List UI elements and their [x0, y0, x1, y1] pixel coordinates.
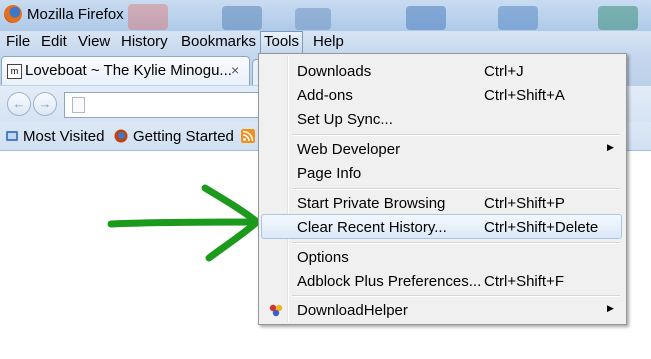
menu-item-label: Page Info — [297, 165, 362, 182]
menu-item-label: Clear Recent History... — [297, 219, 447, 236]
menu-item-shortcut: Ctrl+J — [484, 63, 524, 80]
menu-item-label: Web Developer — [297, 141, 401, 158]
menu-item-web-developer[interactable]: Web Developer ▶ — [261, 138, 622, 160]
menu-help[interactable]: Help — [312, 33, 345, 50]
menu-file[interactable]: File — [5, 33, 31, 50]
url-bar[interactable] — [64, 92, 265, 118]
window-title: Mozilla Firefox — [27, 6, 124, 23]
menu-item-shortcut: Ctrl+Shift+A — [484, 87, 565, 104]
tools-menu-dropdown: Downloads Ctrl+J Add-ons Ctrl+Shift+A Se… — [258, 53, 627, 325]
menu-item-private-browsing[interactable]: Start Private Browsing Ctrl+Shift+P — [261, 192, 622, 214]
downloadhelper-icon — [269, 304, 283, 317]
menu-item-label: Downloads — [297, 63, 372, 80]
menu-bar: File Edit View History Bookmarks Tools H… — [0, 31, 651, 54]
menu-item-clear-recent-history[interactable]: Clear Recent History... Ctrl+Shift+Delet… — [261, 214, 622, 239]
rss-icon[interactable] — [241, 129, 255, 143]
menu-item-downloadhelper[interactable]: DownloadHelper ▶ — [261, 299, 622, 321]
menu-bookmarks[interactable]: Bookmarks — [180, 33, 257, 50]
back-arrow-icon: ← — [12, 96, 26, 111]
window-titlebar[interactable]: Mozilla Firefox — [0, 0, 651, 31]
menu-separator — [292, 134, 620, 136]
forward-arrow-icon: → — [38, 96, 52, 111]
menu-item-label: Add-ons — [297, 87, 353, 104]
page-icon — [72, 97, 85, 113]
menu-history[interactable]: History — [120, 33, 169, 50]
green-arrow-annotation — [107, 184, 261, 262]
menu-edit[interactable]: Edit — [40, 33, 68, 50]
submenu-arrow-icon: ▶ — [607, 303, 614, 313]
menu-item-label: Start Private Browsing — [297, 195, 446, 212]
menu-separator — [292, 242, 620, 244]
menu-item-label: Set Up Sync... — [297, 111, 393, 128]
background-blur-shape — [406, 6, 446, 30]
close-tab-icon[interactable]: × — [231, 62, 239, 78]
background-blur-shape — [128, 4, 168, 30]
menu-item-label: DownloadHelper — [297, 302, 408, 319]
background-blur-shape — [598, 6, 638, 30]
bookmark-getting-started[interactable]: Getting Started — [133, 128, 234, 145]
menu-item-shortcut: Ctrl+Shift+Delete — [484, 219, 599, 236]
menu-item-options[interactable]: Options — [261, 246, 622, 268]
menu-item-shortcut: Ctrl+Shift+F — [484, 273, 565, 290]
menu-item-page-info[interactable]: Page Info — [261, 162, 622, 184]
menu-item-label: Options — [297, 249, 349, 266]
background-blur-shape — [498, 6, 538, 30]
bookmark-folder-icon — [6, 131, 18, 141]
firefox-logo-icon — [4, 5, 22, 23]
background-blur-shape — [295, 8, 331, 30]
menu-item-addons[interactable]: Add-ons Ctrl+Shift+A — [261, 84, 622, 106]
menu-separator — [292, 295, 620, 297]
site-favicon-icon: m — [7, 64, 22, 79]
bookmark-most-visited[interactable]: Most Visited — [23, 128, 104, 145]
tab-title: Loveboat ~ The Kylie Minogu... — [25, 62, 232, 79]
submenu-arrow-icon: ▶ — [607, 142, 614, 152]
menu-tools[interactable]: Tools — [260, 31, 304, 54]
tab-loveboat[interactable]: m Loveboat ~ The Kylie Minogu... × — [1, 56, 250, 85]
menu-item-downloads[interactable]: Downloads Ctrl+J — [261, 60, 622, 82]
menu-item-label: Adblock Plus Preferences... — [297, 273, 482, 290]
menu-view[interactable]: View — [77, 33, 111, 50]
background-blur-shape — [222, 6, 262, 30]
menu-separator — [292, 188, 620, 190]
menu-item-setup-sync[interactable]: Set Up Sync... — [261, 108, 622, 130]
forward-button[interactable]: → — [33, 92, 57, 116]
back-button[interactable]: ← — [7, 92, 31, 116]
menu-item-shortcut: Ctrl+Shift+P — [484, 195, 565, 212]
firefox-icon — [114, 129, 128, 143]
menu-item-adblock-preferences[interactable]: Adblock Plus Preferences... Ctrl+Shift+F — [261, 270, 622, 292]
